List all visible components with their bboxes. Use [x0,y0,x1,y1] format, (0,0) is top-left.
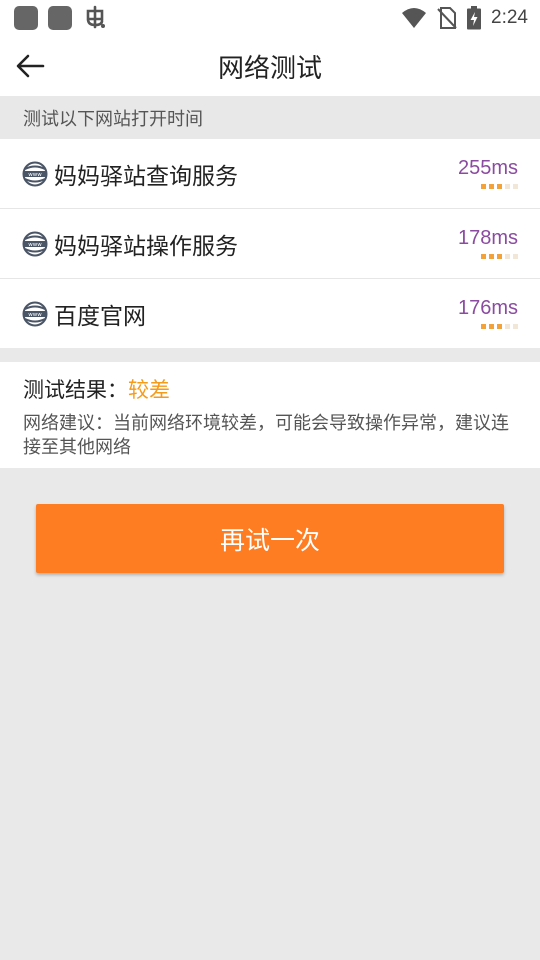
svg-text:www: www [28,242,42,248]
bug-app-icon [86,5,105,29]
result-panel: 测试结果：较差 网络建议：当前网络环境较差，可能会导致操作异常，建议连接至其他网… [0,362,540,468]
back-button[interactable] [10,46,50,86]
notification-icons [14,5,108,31]
signal-bar [497,324,502,329]
signal-bar [505,184,510,189]
svg-text:www: www [28,172,42,178]
signal-bar [489,324,494,329]
latency-value: 178ms [457,227,518,249]
latency-value: 255ms [457,157,518,179]
section-header: 测试以下网站打开时间 [0,96,540,139]
signal-bars [444,184,518,189]
signal-bar [497,254,502,259]
signal-bar [481,254,486,259]
site-name: 妈妈驿站查询服务 [54,163,238,190]
network-advice: 网络建议：当前网络环境较差，可能会导致操作异常，建议连接至其他网络 [23,413,509,458]
signal-bar [497,184,502,189]
result-label: 测试结果： [23,378,128,402]
globe-icon: www [22,231,48,256]
globe-icon: www [22,301,48,326]
signal-bar [505,254,510,259]
page-title: 网络测试 [217,53,322,84]
latency-indicator: 178ms [444,227,518,259]
signal-bar [505,324,510,329]
signal-bar [513,254,518,259]
status-bar: 2:24 [0,0,540,36]
app-square-icon [48,6,72,30]
latency-indicator: 176ms [444,297,518,329]
site-name: 妈妈驿站操作服务 [54,233,238,260]
site-row-2: www 妈妈驿站操作服务 178ms [0,209,540,279]
signal-bars [444,324,518,329]
app-square-icon [14,6,38,30]
signal-bar [489,254,494,259]
no-sim-icon [437,7,457,29]
signal-bar [489,184,494,189]
status-time: 2:24 [491,7,528,28]
result-value: 较差 [128,378,170,402]
globe-icon: www [22,161,48,186]
signal-bar [481,324,486,329]
signal-bar [513,184,518,189]
section-header-label: 测试以下网站打开时间 [23,108,203,130]
app-bar: 网络测试 [0,36,540,96]
site-row-1: www 妈妈驿站查询服务 255ms [0,139,540,209]
result-line: 测试结果：较差 [23,374,170,404]
battery-charging-icon [467,6,482,30]
site-name: 百度官网 [54,303,146,330]
latency-value: 176ms [457,297,518,319]
site-row-3: www 百度官网 176ms [0,279,540,348]
retry-button[interactable]: 再试一次 [36,504,504,573]
signal-bar [513,324,518,329]
system-icons: 2:24 [401,0,528,36]
signal-bars [444,254,518,259]
site-list: www 妈妈驿站查询服务 255ms www 妈妈驿站操作服务 178ms ww… [0,139,540,348]
latency-indicator: 255ms [444,157,518,189]
wifi-icon [402,8,427,28]
arrow-left-icon [16,54,45,78]
signal-bar [481,184,486,189]
svg-text:www: www [28,312,42,318]
